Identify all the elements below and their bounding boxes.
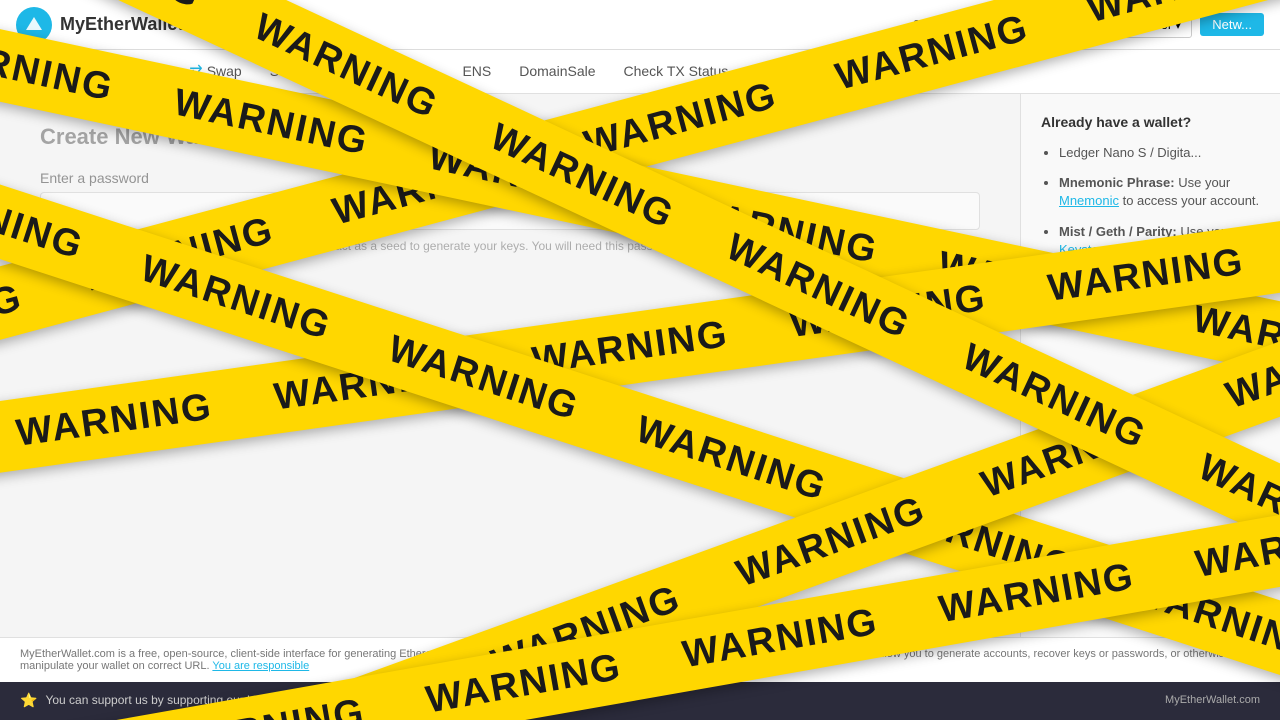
sidebar-title: Already have a wallet? (1041, 114, 1260, 130)
sidebar-item-mist: Mist / Geth / Parity: Use your Keystore … (1059, 223, 1260, 278)
right-sidebar: Already have a wallet? Ledger Nano S / D… (1020, 94, 1280, 680)
logo-area: MyEtherWallet (16, 7, 913, 43)
nav-item-send-ether[interactable]: Send Ether & Tokens (16, 50, 175, 94)
nav-label: Send Ether & Tokens (30, 63, 161, 79)
nav-item-send-offline[interactable]: Send Offline (256, 50, 361, 94)
star-icon: ⭐ (20, 692, 37, 709)
nav-label: Check TX Status (624, 63, 729, 79)
password-note: This password encrypts your private key.… (40, 238, 980, 255)
sidebar-item-ledger: Ledger Nano S / Digita... (1059, 144, 1260, 162)
swap-icon: ⇄ (189, 61, 202, 81)
left-panel: Create New Wallet Enter a password This … (0, 94, 1020, 680)
logo-text: MyEtherWallet (60, 14, 183, 35)
nav-label: ENS (462, 63, 491, 79)
nav-label: Help (884, 63, 913, 79)
main-area: Create New Wallet Enter a password This … (0, 94, 1280, 680)
support-text: You can support us by supporting our blo… (45, 693, 339, 707)
chevron-down-icon: ▾ (1022, 17, 1029, 33)
nav-label: DomainSale (519, 63, 595, 79)
sidebar-item-mnemonic: Mnemonic Phrase: Use your Mnemonic to ac… (1059, 174, 1260, 210)
chevron-down-icon: ▾ (1175, 17, 1182, 33)
footer: MyEtherWallet.com is a free, open-source… (0, 637, 1280, 682)
gas-price-selector[interactable]: Gas Price: 41 Gwei ▾ (1048, 12, 1193, 38)
version-number: 3.21.16 (913, 17, 956, 32)
nav-label: Swap (207, 63, 242, 79)
network-button[interactable]: Netw... (1200, 13, 1264, 36)
gas-price-label: Gas Price: 41 Gwei (1059, 17, 1171, 32)
nav-item-contracts[interactable]: Contracts (361, 50, 449, 94)
bottom-support-bar: ⭐ You can support us by supporting our b… (0, 680, 1280, 720)
language-selector[interactable]: English ▾ (965, 12, 1040, 38)
language-label: English (976, 17, 1019, 32)
footer-text: MyEtherWallet.com is a free, open-source… (20, 648, 1230, 672)
keystore-link[interactable]: Keystore / UTC / JSON (1059, 242, 1193, 257)
nav-item-ens[interactable]: ENS (448, 50, 505, 94)
footer-domain: MyEtherWallet.com (1165, 694, 1260, 706)
password-input[interactable] (40, 192, 980, 230)
nav-label: Contracts (375, 63, 435, 79)
create-wallet-form: Enter a password This password encrypts … (40, 170, 980, 289)
logo-icon (16, 7, 52, 43)
nav-item-help[interactable]: Help (870, 50, 927, 94)
sidebar-list: Ledger Nano S / Digita... Mnemonic Phras… (1041, 144, 1260, 277)
main-nav: Send Ether & Tokens ⇄ Swap Send Offline … (0, 50, 1280, 94)
nav-item-view-wallet[interactable]: View Wallet Info (742, 50, 870, 94)
nav-item-swap[interactable]: ⇄ Swap (175, 50, 255, 94)
nav-item-domainsale[interactable]: DomainSale (505, 50, 609, 94)
page-title: Create New Wallet (40, 124, 980, 150)
header-right: 3.21.16 English ▾ Gas Price: 41 Gwei ▾ N… (913, 12, 1264, 38)
network-label: Netw... (1212, 17, 1252, 32)
nav-label: View Wallet Info (756, 63, 856, 79)
nav-item-check-tx[interactable]: Check TX Status (610, 50, 743, 94)
mnemonic-link[interactable]: Mnemonic (1059, 193, 1119, 208)
header: MyEtherWallet 3.21.16 English ▾ Gas Pric… (0, 0, 1280, 50)
password-label: Enter a password (40, 170, 980, 186)
nav-label: Send Offline (270, 63, 347, 79)
how-to-create-link[interactable]: How to Create a Wallet (40, 271, 183, 287)
responsible-link[interactable]: You are responsible (212, 660, 309, 672)
